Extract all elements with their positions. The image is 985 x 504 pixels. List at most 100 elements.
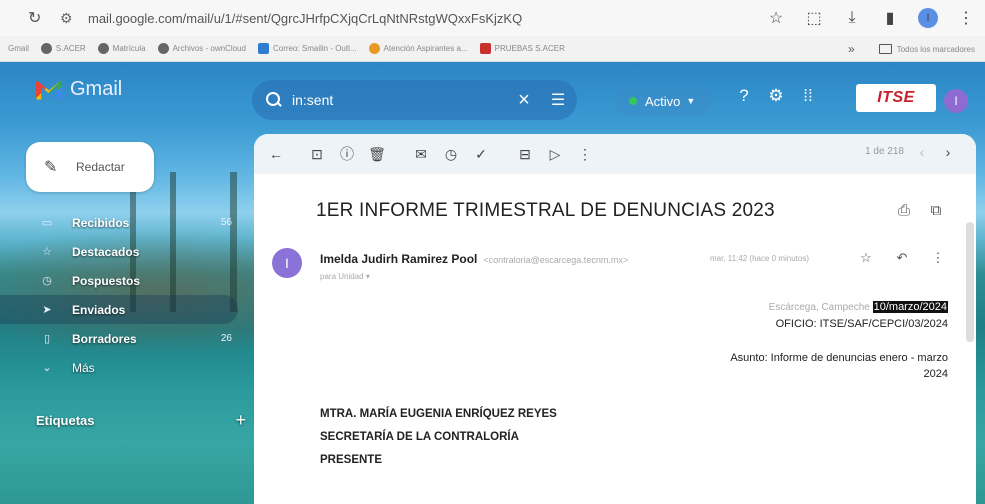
- sidebar-item-borradores[interactable]: ▯ Borradores 26: [0, 324, 250, 353]
- bookmark-matricula[interactable]: Matrícula: [97, 43, 146, 54]
- globe-icon: [97, 43, 109, 54]
- print-icon[interactable]: ⎙: [888, 202, 920, 219]
- add-task-icon[interactable]: ✓: [466, 146, 496, 163]
- all-bookmarks-link[interactable]: Todos los marcadores: [897, 45, 975, 54]
- email-view: 1ER INFORME TRIMESTRAL DE DENUNCIAS 2023…: [254, 174, 976, 504]
- orange-circle-icon: [368, 43, 380, 54]
- labels-title: Etiquetas: [36, 413, 95, 428]
- gmail-logo[interactable]: Gmail: [36, 78, 122, 101]
- sender-name[interactable]: Imelda Judirh Ramirez Pool: [320, 252, 477, 266]
- recipients-toggle[interactable]: para Unidad ▾: [320, 272, 370, 281]
- bookmark-gmail[interactable]: Gmail: [8, 44, 29, 53]
- browser-menu-icon[interactable]: ⋮: [947, 8, 985, 28]
- mark-unread-icon[interactable]: ✉: [406, 146, 436, 163]
- star-icon: ☆: [42, 246, 52, 258]
- sidebar-nav: ▭ Recibidos 56 ☆ Destacados ◷ Pospuestos…: [0, 208, 250, 382]
- side-panel-icon[interactable]: ▮: [871, 8, 909, 28]
- add-label-icon[interactable]: +: [235, 410, 246, 431]
- search-bar[interactable]: in:sent × ☰: [252, 80, 577, 120]
- site-settings-icon[interactable]: ⚙: [60, 10, 82, 27]
- help-icon[interactable]: ?: [728, 86, 760, 106]
- place-date-line: Escárcega, Campeche 10/marzo/2024: [768, 301, 948, 313]
- status-label: Activo: [645, 93, 681, 109]
- settings-gear-icon[interactable]: ⚙: [760, 86, 792, 106]
- gmail-logo-text: Gmail: [70, 78, 123, 100]
- bookmark-aspirantes[interactable]: Atención Aspirantes a...: [368, 43, 468, 54]
- search-icon[interactable]: [266, 92, 282, 108]
- bookmark-outlook[interactable]: Correo: Smailin - Outl...: [257, 43, 357, 54]
- account-avatar[interactable]: I: [944, 89, 968, 113]
- sidebar-item-recibidos[interactable]: ▭ Recibidos 56: [0, 208, 250, 237]
- label-icon[interactable]: ▷: [540, 146, 570, 163]
- bookmark-pruebas[interactable]: PRUEBAS S.ACER: [479, 43, 565, 54]
- bookmark-owncloud[interactable]: Archivos - ownCloud: [157, 43, 246, 54]
- outlook-icon: [257, 43, 269, 54]
- globe-icon: [40, 43, 52, 54]
- reload-icon[interactable]: ↻: [28, 8, 48, 28]
- sender-line: Imelda Judirh Ramirez Pool <contraloria@e…: [320, 252, 628, 266]
- trash-icon[interactable]: 🗑: [362, 146, 392, 163]
- email-subject: 1ER INFORME TRIMESTRAL DE DENUNCIAS 2023: [316, 200, 775, 221]
- bookmark-star-icon[interactable]: ☆: [757, 8, 795, 28]
- compose-button[interactable]: ✎ Redactar: [26, 142, 154, 192]
- clock-icon: ◷: [42, 275, 52, 287]
- scrollbar-thumb[interactable]: [966, 222, 974, 342]
- extensions-icon[interactable]: ⬚: [795, 8, 833, 28]
- sidebar-item-destacados[interactable]: ☆ Destacados: [0, 237, 250, 266]
- bookmarks-bar: Gmail S.ACER Matrícula Archivos - ownClo…: [0, 36, 985, 62]
- browser-actions: ☆ ⬚ ⤓ ▮ I ⋮: [757, 0, 985, 36]
- open-new-window-icon[interactable]: ⧉: [920, 202, 952, 219]
- labels-section: Etiquetas +: [36, 410, 246, 431]
- url-text[interactable]: mail.google.com/mail/u/1/#sent/QgrcJHrfp…: [88, 11, 522, 26]
- bookmarks-right: » Todos los marcadores: [848, 36, 975, 62]
- addressee-presente: PRESENTE: [320, 454, 382, 466]
- gmail-app: Gmail in:sent × ☰ Activo ▼ ? ⚙ ⁞⁞ ITSE I…: [0, 62, 985, 504]
- email-time: mar, 11:42 (hace 0 minutos): [710, 254, 810, 263]
- search-input[interactable]: in:sent: [292, 92, 509, 108]
- snooze-icon[interactable]: ◷: [436, 146, 466, 163]
- sidebar-item-mas[interactable]: ⌄ Más: [0, 353, 250, 382]
- status-selector[interactable]: Activo ▼: [615, 86, 711, 116]
- highlighted-date: 10/marzo/2024: [872, 301, 948, 313]
- apps-grid-icon[interactable]: ⁞⁞: [792, 86, 824, 106]
- bookmark-sacer[interactable]: S.ACER: [40, 43, 86, 54]
- pager-count: 1 de 218: [865, 146, 904, 157]
- mail-toolbar: ← ⊡ ⓘ 🗑 ✉ ◷ ✓ ⊟ ▷ ⋮ 1 de 218 ‹ ›: [254, 134, 976, 174]
- previous-chevron-icon[interactable]: ‹: [912, 144, 932, 160]
- more-options-icon[interactable]: ⋮: [570, 146, 600, 163]
- send-icon: ➤: [42, 304, 52, 316]
- clear-search-icon[interactable]: ×: [509, 89, 539, 112]
- draft-icon: ▯: [43, 333, 51, 345]
- globe-icon: [157, 43, 169, 54]
- star-icon[interactable]: ☆: [848, 250, 884, 266]
- compose-label: Redactar: [76, 160, 125, 174]
- pencil-icon: ✎: [44, 159, 58, 176]
- subject-actions: ⎙ ⧉: [888, 202, 952, 219]
- search-options-icon[interactable]: ☰: [539, 90, 577, 110]
- chevron-down-icon: ▼: [686, 96, 696, 106]
- reply-icon[interactable]: ↶: [884, 250, 920, 266]
- red-icon: [479, 43, 491, 54]
- addressee-name: MTRA. MARÍA EUGENIA ENRÍQUEZ REYES: [320, 408, 557, 420]
- browser-address-bar: ↻ ⚙ mail.google.com/mail/u/1/#sent/QgrcJ…: [0, 0, 985, 36]
- more-vertical-icon[interactable]: ⋮: [920, 250, 956, 266]
- addressee-office: SECRETARÍA DE LA CONTRALORÍA: [320, 431, 519, 443]
- header-icons: ? ⚙ ⁞⁞: [728, 86, 824, 106]
- download-icon[interactable]: ⤓: [833, 9, 871, 27]
- itse-logo[interactable]: ITSE: [856, 84, 936, 112]
- folder-icon: [878, 44, 892, 54]
- bookmarks-overflow-button[interactable]: »: [848, 42, 855, 56]
- archive-icon[interactable]: ⊡: [302, 146, 332, 163]
- back-arrow-icon[interactable]: ←: [264, 146, 288, 162]
- inbox-icon: ▭: [41, 217, 53, 229]
- browser-profile-avatar[interactable]: I: [918, 8, 938, 28]
- mail-panel: ← ⊡ ⓘ 🗑 ✉ ◷ ✓ ⊟ ▷ ⋮ 1 de 218 ‹ › 1ER INF…: [254, 134, 976, 504]
- sidebar-item-pospuestos[interactable]: ◷ Pospuestos: [0, 266, 250, 295]
- sender-avatar[interactable]: I: [272, 248, 302, 278]
- report-spam-icon[interactable]: ⓘ: [332, 144, 362, 164]
- asunto-line: Asunto: Informe de denuncias enero - mar…: [730, 352, 948, 380]
- next-chevron-icon[interactable]: ›: [938, 144, 958, 160]
- sidebar-item-enviados[interactable]: ➤ Enviados: [0, 295, 238, 324]
- move-to-icon[interactable]: ⊟: [510, 146, 540, 163]
- sender-email: <contraloria@escarcega.tecnm.mx>: [483, 255, 629, 265]
